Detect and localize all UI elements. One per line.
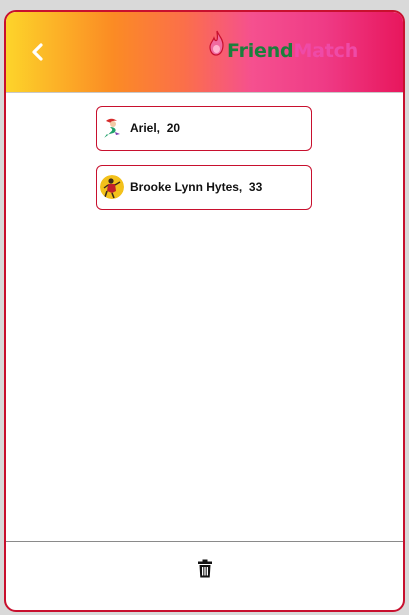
back-button[interactable] [28,40,48,64]
trash-icon [198,559,212,578]
match-list: Ariel, 20 Brooke Lynn Hytes, 33 [96,106,312,224]
match-card-ariel[interactable]: Ariel, 20 [96,106,312,151]
dancer-avatar-icon [100,175,124,199]
chevron-left-icon [32,43,43,61]
avatar [100,116,124,140]
match-name: Ariel, 20 [130,121,181,135]
logo-friend-text: Friend [227,40,294,62]
friendmatch-logo: FriendMatch [207,29,377,69]
app-name: FriendMatch [227,40,358,62]
avatar [100,175,124,199]
match-name: Brooke Lynn Hytes, 33 [130,180,263,194]
mermaid-avatar-icon [100,116,124,140]
footer-divider [6,541,403,542]
header-bar: FriendMatch [6,12,403,93]
delete-button[interactable] [197,559,213,578]
app-frame: FriendMatch Ariel, 20 Brooke Lynn Hytes,… [4,10,405,612]
match-card-brooke-lynn-hytes[interactable]: Brooke Lynn Hytes, 33 [96,165,312,210]
flame-icon [209,30,224,56]
logo-match-text: Match [293,40,359,62]
